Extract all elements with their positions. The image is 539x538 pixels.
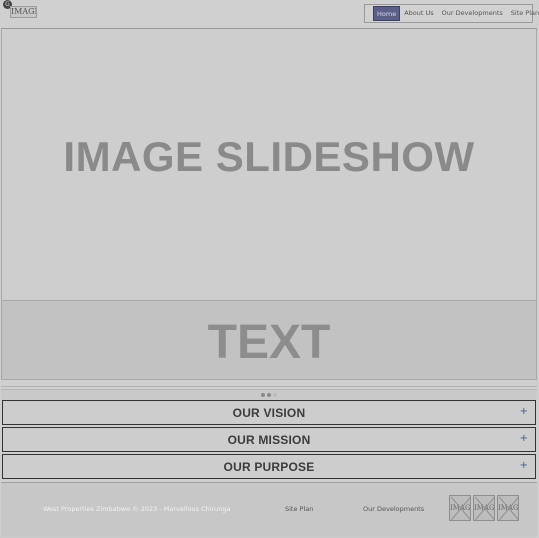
footer-link-site-plan[interactable]: Site Plan [285, 505, 313, 513]
accordion-label: OUR VISION [232, 406, 306, 420]
nav-our-developments[interactable]: Our Developments [438, 6, 507, 21]
footer-image[interactable]: IMAGE [449, 495, 471, 521]
accordion-label: OUR MISSION [227, 433, 311, 447]
accordion-our-mission[interactable]: OUR MISSION + [2, 427, 536, 452]
accordion-label: OUR PURPOSE [223, 460, 315, 474]
slide-dot[interactable] [267, 393, 271, 397]
footer-image[interactable]: IMAGE [497, 495, 519, 521]
site-header: G IMAGE Home About Us Our Developments S… [1, 0, 539, 29]
plus-icon[interactable]: + [520, 406, 528, 417]
page: G IMAGE Home About Us Our Developments S… [1, 0, 539, 537]
slideshow-spacer [1, 380, 537, 387]
nav-about-us[interactable]: About Us [400, 6, 437, 21]
main-nav: Home About Us Our Developments Site Plan [364, 4, 539, 23]
slideshow-placeholder-text: IMAGE SLIDESHOW [63, 133, 475, 180]
plus-icon[interactable]: + [520, 433, 528, 444]
footer-link-our-developments[interactable]: Our Developments [363, 505, 424, 513]
copyright-text: West Properties Zimbabwe © 2023 - Marvel… [43, 505, 231, 513]
image-slideshow[interactable]: IMAGE SLIDESHOW [1, 29, 537, 300]
footer-image[interactable]: IMAGE [473, 495, 495, 521]
accordion-our-purpose[interactable]: OUR PURPOSE + [2, 454, 536, 479]
plus-icon[interactable]: + [520, 460, 528, 471]
slide-indicators [1, 389, 537, 400]
logo-image[interactable]: IMAGE [10, 6, 37, 18]
slide-caption: TEXT [1, 300, 537, 380]
nav-home[interactable]: Home [373, 6, 401, 21]
slide-dot[interactable] [273, 393, 277, 397]
nav-site-plan[interactable]: Site Plan [507, 6, 539, 21]
caption-text: TEXT [207, 316, 331, 369]
accordion-our-vision[interactable]: OUR VISION + [2, 400, 536, 425]
site-footer: West Properties Zimbabwe © 2023 - Marvel… [1, 482, 537, 537]
slide-dot[interactable] [261, 393, 265, 397]
